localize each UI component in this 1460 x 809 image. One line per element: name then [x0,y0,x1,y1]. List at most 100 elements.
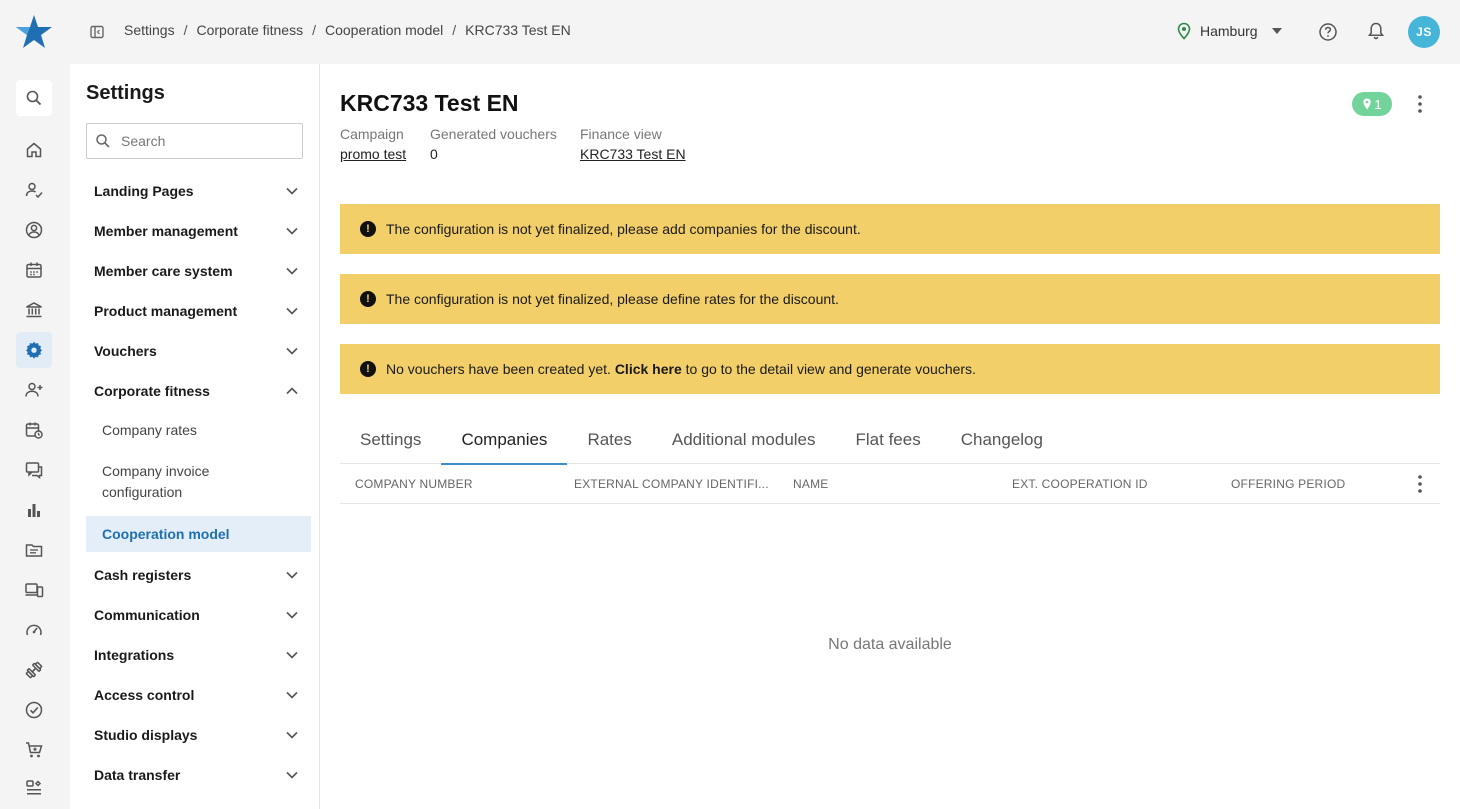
tab-bar: Settings Companies Rates Additional modu… [340,416,1440,465]
nav-item-data-transfer[interactable]: Data transfer [86,757,311,793]
nav-item-vouchers[interactable]: Vouchers [86,333,311,369]
table-empty-state: No data available [828,636,952,653]
chevron-down-icon [286,691,298,699]
nav-sub-cooperation-model[interactable]: Cooperation model [86,516,311,552]
nav-item-label: Access control [94,687,195,703]
nav-item-integrations[interactable]: Integrations [86,637,311,673]
tab-changelog[interactable]: Changelog [941,416,1063,464]
location-count-badge[interactable]: 1 [1352,92,1392,116]
nav-item-label: Member management [94,223,238,239]
alert-text: No vouchers have been created yet. Click… [386,361,976,377]
home-icon[interactable] [16,132,52,168]
chevron-down-icon [286,571,298,579]
column-offering-period[interactable]: Offering period [1231,477,1345,491]
breadcrumb-settings[interactable]: Settings [124,22,175,38]
nav-item-corporate-fitness[interactable]: Corporate fitness [86,373,311,409]
exclamation-icon: ! [360,221,376,237]
nav-item-studio-displays[interactable]: Studio displays [86,717,311,753]
table-header: Company number External company identifi… [340,464,1440,504]
devices-icon[interactable] [16,572,52,608]
bank-icon[interactable] [16,292,52,328]
dashboard-icon[interactable] [16,612,52,648]
schedule-icon[interactable] [16,412,52,448]
settings-search[interactable] [86,123,303,159]
meta-campaign-link[interactable]: promo test [340,146,406,162]
nav-item-member-management[interactable]: Member management [86,213,311,249]
app-logo[interactable] [14,13,54,51]
exclamation-icon: ! [360,361,376,377]
alert-text: The configuration is not yet finalized, … [386,291,839,307]
chevron-down-icon [286,771,298,779]
column-name[interactable]: Name [793,477,828,491]
column-options-icon[interactable] [1410,474,1430,494]
meta-vouchers-label: Generated vouchers [430,126,557,142]
alert-banner: ! The configuration is not yet finalized… [340,274,1440,324]
help-icon[interactable] [1318,22,1338,42]
calendar-icon[interactable] [16,252,52,288]
column-external-company-identifier[interactable]: External company identifi... [574,477,769,491]
breadcrumb-separator: / [452,22,457,38]
column-ext-cooperation-id[interactable]: Ext. cooperation ID [1012,477,1148,491]
chevron-down-icon [286,227,298,235]
main-content: KRC733 Test EN 1 Campaign promo test Gen… [320,64,1460,809]
nav-item-label: Vouchers [94,343,157,359]
nav-item-label: Integrations [94,647,175,663]
more-icon[interactable] [16,770,52,806]
chevron-down-icon [286,347,298,355]
nav-item-member-care-system[interactable]: Member care system [86,253,311,289]
settings-icon[interactable] [16,332,52,368]
dumbbell-icon[interactable] [16,652,52,688]
alert-text-before: No vouchers have been created yet. [386,361,615,377]
tab-additional-modules[interactable]: Additional modules [652,416,836,464]
exclamation-icon: ! [360,291,376,307]
tab-companies[interactable]: Companies [441,416,568,465]
nav-sub-company-rates[interactable]: Company rates [86,420,311,441]
bell-icon[interactable] [1366,21,1386,41]
settings-panel: Settings Landing Pages Member management… [70,64,320,809]
meta-finance-view: Finance view KRC733 Test EN [580,126,686,162]
breadcrumb-corporate-fitness[interactable]: Corporate fitness [196,22,303,38]
alert-link[interactable]: Click here [615,361,682,377]
chevron-down-icon [286,267,298,275]
chevron-down-icon [286,187,298,195]
chart-icon[interactable] [16,492,52,528]
member-check-icon[interactable] [16,172,52,208]
nav-item-access-control[interactable]: Access control [86,677,311,713]
search-icon [96,134,110,148]
add-member-icon[interactable] [16,372,52,408]
top-bar: Settings / Corporate fitness / Cooperati… [0,0,1460,64]
column-company-number[interactable]: Company number [355,477,473,491]
cart-icon[interactable] [16,732,52,768]
nav-sub-company-invoice-configuration[interactable]: Company invoice configuration [86,461,256,503]
chat-icon[interactable] [16,452,52,488]
member-icon[interactable] [16,212,52,248]
breadcrumb-separator: / [183,22,188,38]
check-circle-icon[interactable] [16,692,52,728]
meta-finance-label: Finance view [580,126,662,142]
settings-search-input[interactable] [121,133,291,149]
folder-icon[interactable] [16,532,52,568]
tab-rates[interactable]: Rates [567,416,651,464]
badge-count: 1 [1374,96,1382,112]
search-icon[interactable] [16,80,52,116]
nav-item-label: Member care system [94,263,233,279]
panel-toggle-icon[interactable] [89,24,105,40]
tab-flat-fees[interactable]: Flat fees [836,416,941,464]
nav-item-cash-registers[interactable]: Cash registers [86,557,311,593]
nav-item-label: Studio displays [94,727,198,743]
meta-finance-link[interactable]: KRC733 Test EN [580,146,686,162]
nav-item-product-management[interactable]: Product management [86,293,311,329]
tab-settings[interactable]: Settings [340,416,441,464]
more-vert-icon[interactable] [1410,94,1430,114]
alert-text: The configuration is not yet finalized, … [386,221,861,237]
nav-item-label: Data transfer [94,767,181,783]
user-avatar[interactable]: JS [1408,16,1440,48]
nav-item-label: Landing Pages [94,183,194,199]
breadcrumb-cooperation-model[interactable]: Cooperation model [325,22,443,38]
location-selector[interactable]: Hamburg [1176,22,1290,40]
nav-item-label: Product management [94,303,238,319]
pin-icon [1363,98,1372,110]
chevron-up-icon [286,387,298,395]
nav-item-communication[interactable]: Communication [86,597,311,633]
nav-item-landing-pages[interactable]: Landing Pages [86,173,311,209]
